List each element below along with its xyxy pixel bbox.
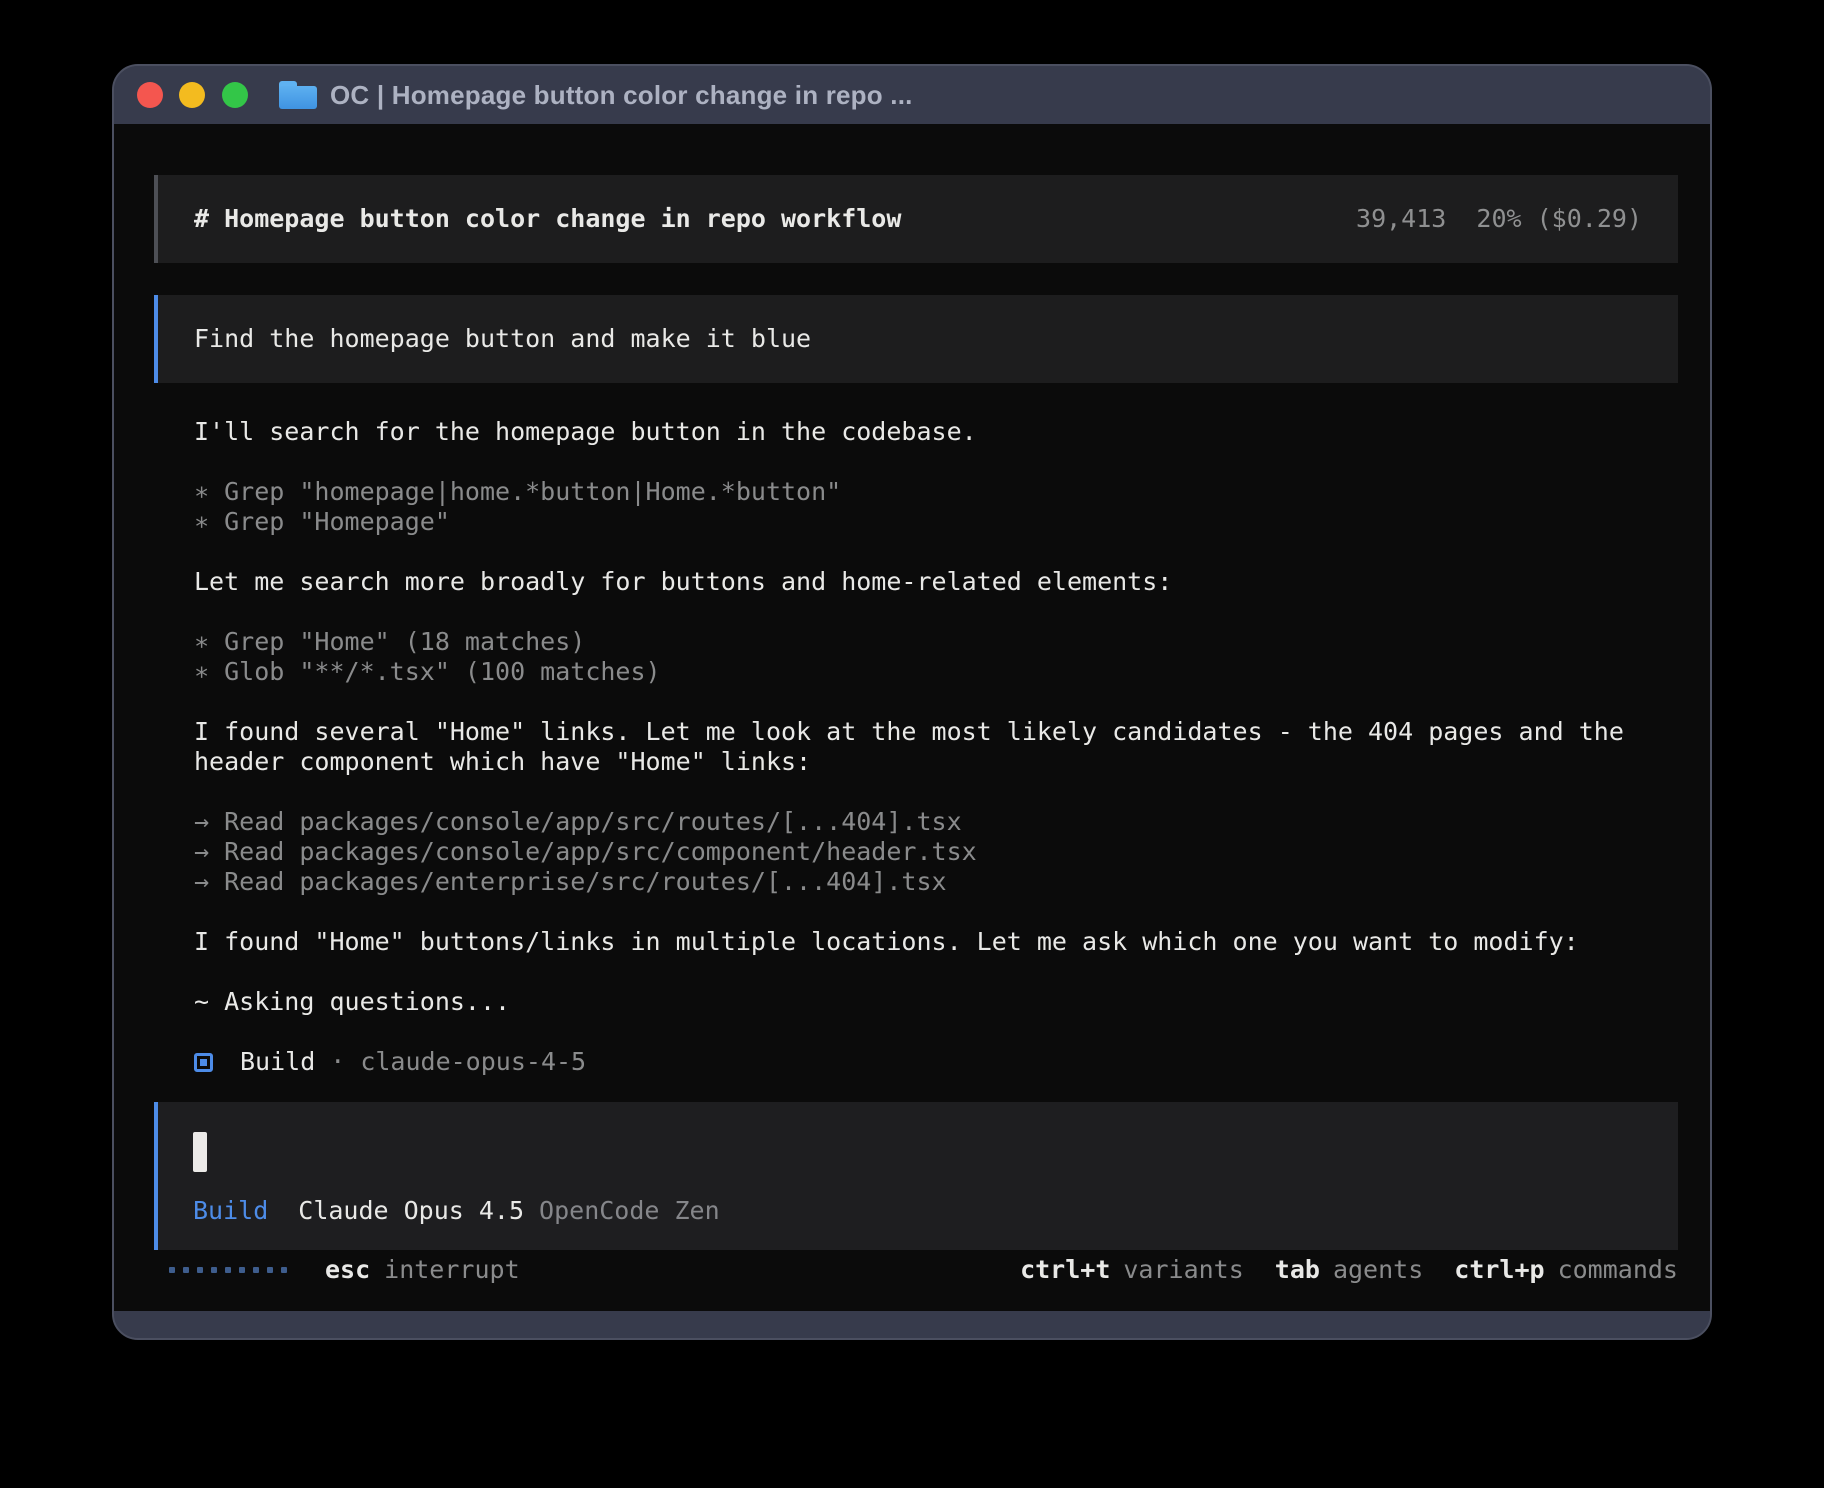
glob-tool-call: ∗ Glob "**/*.tsx" (100 matches) — [194, 657, 1678, 687]
read-tool-call: → Read packages/enterprise/src/routes/[.… — [194, 867, 1678, 897]
agent-model: claude-opus-4-5 — [360, 1047, 586, 1077]
window-title: OC | Homepage button color change in rep… — [330, 80, 913, 111]
terminal-content: # Homepage button color change in repo w… — [114, 124, 1710, 1311]
input-provider-label: OpenCode Zen — [539, 1196, 720, 1226]
shortcut-agents: tab agents — [1275, 1255, 1423, 1285]
grep-tool-call: ∗ Grep "Home" (18 matches) — [194, 627, 1678, 657]
read-tool-call: → Read packages/console/app/src/routes/[… — [194, 807, 1678, 837]
folder-icon — [279, 81, 317, 109]
session-title: # Homepage button color change in repo w… — [194, 204, 901, 234]
read-tool-call: → Read packages/console/app/src/componen… — [194, 837, 1678, 867]
asking-questions-status: ~ Asking questions... — [194, 987, 1678, 1017]
shortcut-label: commands — [1558, 1255, 1678, 1285]
grep-tool-call: ∗ Grep "Homepage" — [194, 507, 1678, 537]
model-info-row: Build Claude Opus 4.5 OpenCode Zen — [193, 1196, 1642, 1226]
shortcut-label: agents — [1333, 1255, 1423, 1285]
grep-tool-call: ∗ Grep "homepage|home.*button|Home.*butt… — [194, 477, 1678, 507]
shortcut-variants: ctrl+t variants — [1020, 1255, 1244, 1285]
esc-key-hint: esc — [325, 1255, 370, 1285]
tool-call-group: → Read packages/console/app/src/routes/[… — [194, 807, 1678, 897]
tool-call-group: ∗ Grep "Home" (18 matches) ∗ Glob "**/*.… — [194, 627, 1678, 687]
esc-action-label: interrupt — [384, 1255, 519, 1285]
close-button[interactable] — [137, 82, 163, 108]
assistant-transcript: I'll search for the homepage button in t… — [154, 417, 1678, 1077]
tool-call-group: ∗ Grep "homepage|home.*button|Home.*butt… — [194, 477, 1678, 537]
user-message-text: Find the homepage button and make it blu… — [194, 324, 811, 353]
shortcut-hints: ctrl+t variants tab agents ctrl+p comman… — [989, 1255, 1678, 1285]
zoom-button[interactable] — [222, 82, 248, 108]
status-bar: esc interrupt ctrl+t variants tab agents… — [114, 1255, 1710, 1285]
session-header: # Homepage button color change in repo w… — [154, 175, 1678, 263]
title-bar[interactable]: OC | Homepage button color change in rep… — [114, 66, 1710, 124]
session-stats: 39,413 20% ($0.29) — [1356, 204, 1642, 234]
agent-name: Build — [240, 1047, 315, 1077]
minimize-button[interactable] — [179, 82, 205, 108]
shortcut-commands: ctrl+p commands — [1454, 1255, 1678, 1285]
text-cursor — [193, 1132, 207, 1172]
spinner-icon — [169, 1267, 295, 1273]
assistant-paragraph: I found "Home" buttons/links in multiple… — [194, 927, 1678, 957]
shortcut-key: tab — [1275, 1255, 1320, 1285]
input-model-label: Claude Opus 4.5 — [298, 1196, 524, 1226]
input-agent-label: Build — [193, 1196, 268, 1226]
separator-dot: · — [330, 1047, 345, 1077]
window-bottom-edge — [114, 1311, 1710, 1338]
assistant-paragraph: Let me search more broadly for buttons a… — [194, 567, 1678, 597]
prompt-input[interactable]: Build Claude Opus 4.5 OpenCode Zen — [154, 1102, 1678, 1250]
agent-status-row: Build · claude-opus-4-5 — [194, 1047, 1678, 1077]
build-agent-icon — [194, 1053, 213, 1072]
shortcut-key: ctrl+t — [1020, 1255, 1110, 1285]
shortcut-label: variants — [1123, 1255, 1243, 1285]
shortcut-key: ctrl+p — [1454, 1255, 1544, 1285]
terminal-window: OC | Homepage button color change in rep… — [112, 64, 1712, 1340]
user-message: Find the homepage button and make it blu… — [154, 295, 1678, 383]
assistant-paragraph: I'll search for the homepage button in t… — [194, 417, 1678, 447]
assistant-paragraph: I found several "Home" links. Let me loo… — [194, 717, 1678, 777]
